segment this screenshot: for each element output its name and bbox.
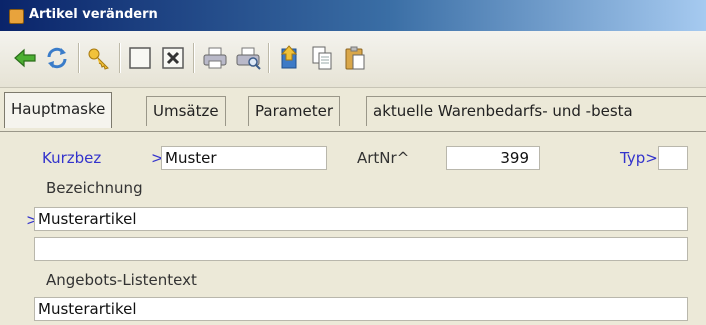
app-icon bbox=[9, 9, 24, 24]
window-title: Artikel verändern bbox=[29, 7, 158, 22]
artnr-field[interactable]: 399 bbox=[446, 146, 540, 170]
refresh-icon[interactable] bbox=[42, 43, 72, 73]
tab-strip: Hauptmaske Umsätze Parameter aktuelle Wa… bbox=[0, 90, 706, 132]
app-window: Artikel verändern Hauptmaske Umsätze Par… bbox=[0, 0, 706, 325]
paste-icon[interactable] bbox=[340, 43, 370, 73]
angebots-listentext-field[interactable]: Musterartikel bbox=[34, 297, 688, 321]
angebots-listentext-label: Angebots-Listentext bbox=[46, 271, 197, 289]
copy-icon[interactable] bbox=[307, 43, 337, 73]
delete-box-icon[interactable] bbox=[158, 43, 188, 73]
import-icon[interactable] bbox=[274, 43, 304, 73]
typ-field[interactable] bbox=[658, 146, 688, 170]
tab-hauptmaske[interactable]: Hauptmaske bbox=[4, 92, 113, 128]
toolbar-separator bbox=[78, 43, 79, 73]
back-arrow-icon[interactable] bbox=[10, 43, 40, 73]
tab-warenbedarf[interactable]: aktuelle Warenbedarfs- und -besta bbox=[366, 96, 706, 126]
tab-parameter[interactable]: Parameter bbox=[248, 96, 341, 126]
tab-divider bbox=[0, 131, 706, 132]
printer-icon[interactable] bbox=[200, 43, 230, 73]
artnr-label: ArtNr^ bbox=[357, 149, 410, 167]
toolbar-separator bbox=[268, 43, 269, 73]
kurzbez-field[interactable]: Muster bbox=[161, 146, 327, 170]
title-bar[interactable]: Artikel verändern bbox=[0, 0, 706, 31]
toolbar-separator bbox=[193, 43, 194, 73]
bezeichnung2-field[interactable] bbox=[34, 237, 688, 261]
print-preview-icon[interactable] bbox=[233, 43, 263, 73]
kurzbez-label: Kurzbez bbox=[42, 149, 102, 167]
bezeichnung-label: Bezeichnung bbox=[46, 179, 143, 197]
toolbar bbox=[0, 31, 706, 88]
tab-umsaetze[interactable]: Umsätze bbox=[146, 96, 226, 126]
bezeichnung-field[interactable]: Musterartikel bbox=[34, 207, 688, 231]
empty-box-icon[interactable] bbox=[125, 43, 155, 73]
key-icon[interactable] bbox=[84, 43, 114, 73]
typ-label: Typ> bbox=[620, 149, 658, 167]
toolbar-separator bbox=[119, 43, 120, 73]
